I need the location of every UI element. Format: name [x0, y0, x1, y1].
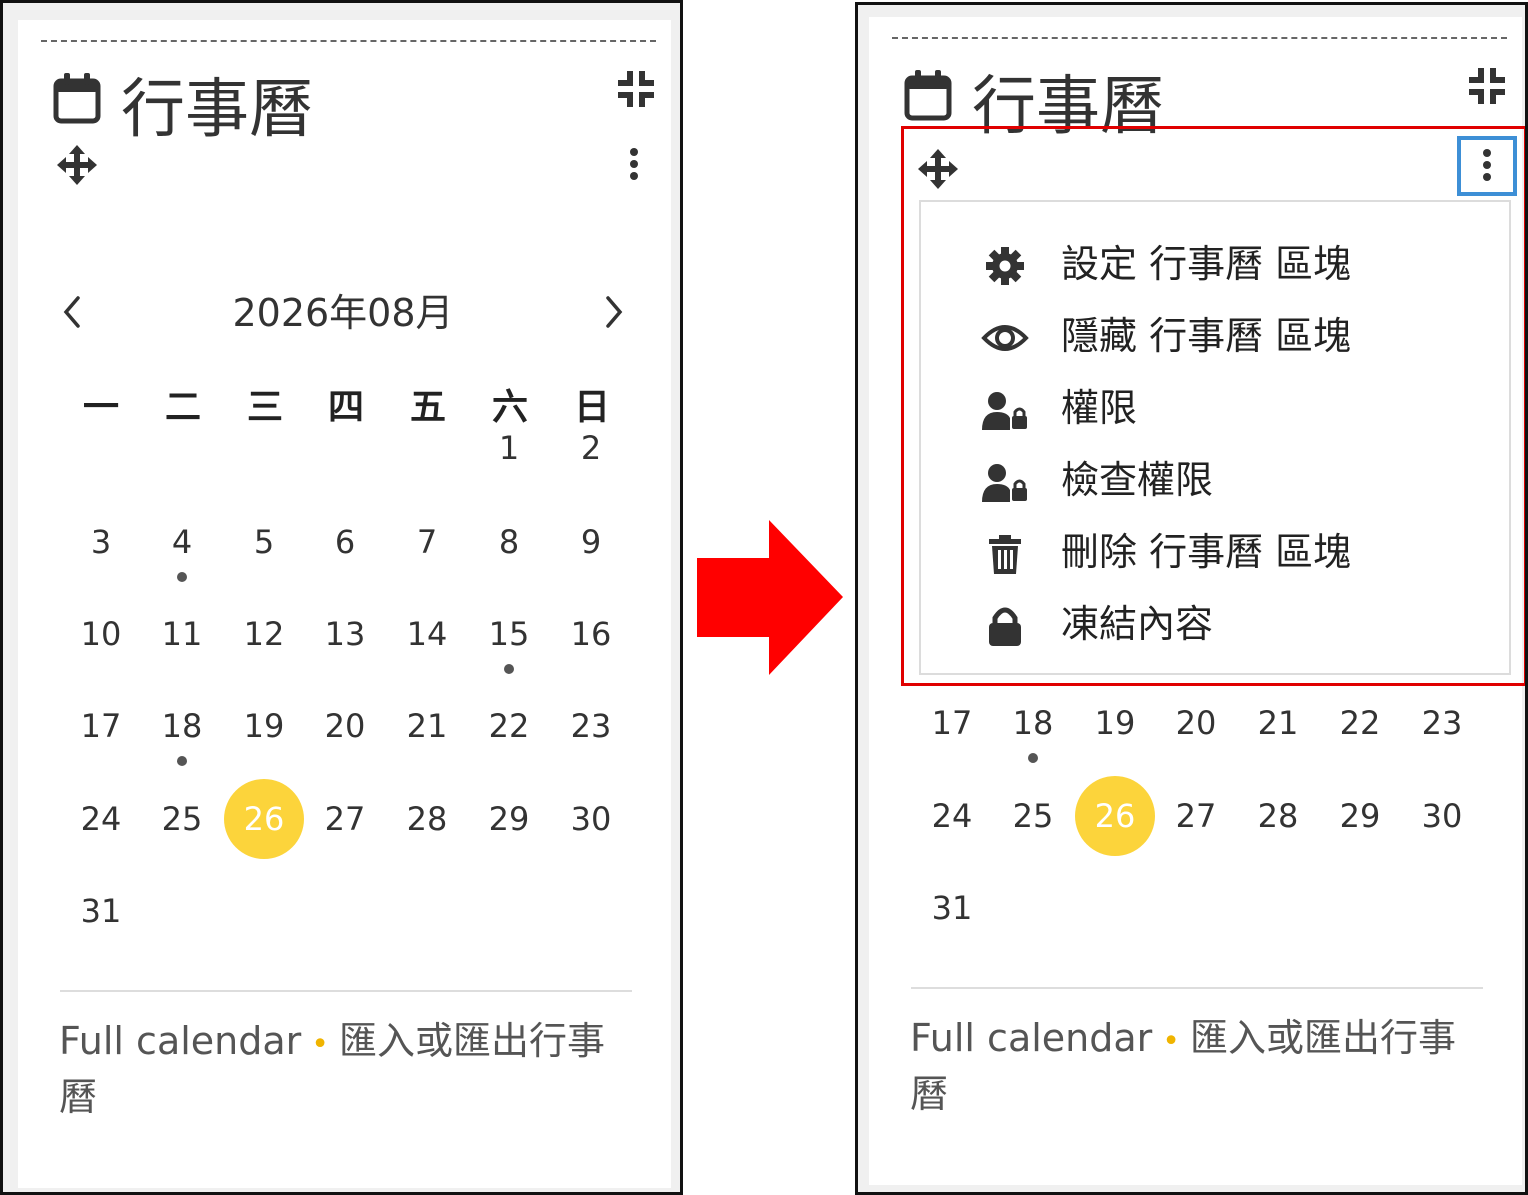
- event-indicator-dot: [1028, 753, 1038, 763]
- calendar-block-before: 行事曆 2026年08月 一 二 三 四 五 六 日 1 2 3 4 5 6 7…: [0, 0, 683, 1195]
- move-icon[interactable]: [55, 143, 99, 187]
- calendar-day[interactable]: 31: [61, 871, 141, 951]
- calendar-day[interactable]: 13: [305, 594, 385, 674]
- calendar-day[interactable]: 7: [387, 502, 467, 582]
- calendar-day[interactable]: 12: [224, 594, 304, 674]
- calendar-block-card: 行事曆 17 18 19 20 21 22 23 24 25 26 27 28 29 30 31 Full …: [869, 17, 1525, 1185]
- compress-icon[interactable]: [1467, 66, 1507, 106]
- footer-divider: [60, 990, 632, 992]
- calendar-day[interactable]: 22: [469, 686, 549, 766]
- calendar-day[interactable]: 29: [1320, 776, 1400, 856]
- calendar-day[interactable]: 19: [224, 686, 304, 766]
- calendar-day[interactable]: 16: [551, 594, 631, 674]
- calendar-day[interactable]: 27: [1156, 776, 1236, 856]
- calendar-day-today[interactable]: 26: [224, 779, 304, 859]
- chevron-right-icon[interactable]: [598, 292, 628, 332]
- calendar-day[interactable]: 28: [387, 779, 467, 859]
- calendar-day[interactable]: 11: [142, 594, 222, 674]
- current-month: 2026年08月: [232, 291, 454, 335]
- right-arrow-icon: [697, 520, 843, 675]
- full-calendar-link[interactable]: Full calendar: [910, 1016, 1152, 1060]
- event-indicator-dot: [177, 756, 187, 766]
- calendar-day[interactable]: 25: [142, 779, 222, 859]
- calendar-day-today[interactable]: 26: [1075, 776, 1155, 856]
- calendar-icon: [904, 70, 952, 121]
- calendar-day[interactable]: 1: [469, 408, 549, 488]
- calendar-day[interactable]: 24: [912, 776, 992, 856]
- calendar-day[interactable]: 31: [912, 868, 992, 948]
- calendar-icon: [53, 73, 101, 124]
- calendar-block-card: 行事曆 2026年08月 一 二 三 四 五 六 日 1 2 3 4 5 6 7…: [18, 20, 671, 1188]
- event-indicator-dot: [504, 664, 514, 674]
- calendar-day[interactable]: 21: [387, 686, 467, 766]
- weekday-label: 五: [409, 387, 446, 428]
- calendar-day[interactable]: 30: [1402, 776, 1482, 856]
- calendar-day[interactable]: 23: [551, 686, 631, 766]
- dashed-divider: [892, 37, 1507, 39]
- menu-highlight-box: [901, 126, 1525, 686]
- footer-divider: [911, 987, 1483, 989]
- month-navigation: 2026年08月: [58, 282, 628, 342]
- calendar-block-after: 行事曆 17 18 19 20 21 22 23 24 25 26 27 28 29 30 31 Full …: [855, 2, 1528, 1195]
- footer-separator: •: [1162, 1024, 1180, 1059]
- calendar-day[interactable]: 15: [469, 594, 549, 674]
- calendar-day[interactable]: 8: [469, 502, 549, 582]
- calendar-day[interactable]: 4: [142, 502, 222, 582]
- compress-icon[interactable]: [616, 69, 656, 109]
- weekday-label: 三: [246, 387, 283, 428]
- calendar-day[interactable]: 23: [1402, 683, 1482, 763]
- calendar-day[interactable]: 24: [61, 779, 141, 859]
- calendar-day[interactable]: 9: [551, 502, 631, 582]
- calendar-day[interactable]: 17: [61, 686, 141, 766]
- weekday-label: 二: [164, 387, 201, 428]
- footer-separator: •: [311, 1027, 329, 1062]
- calendar-day[interactable]: 20: [305, 686, 385, 766]
- calendar-day[interactable]: 21: [1238, 683, 1318, 763]
- block-footer: Full calendar • 匯入或匯出行事曆: [910, 1012, 1490, 1120]
- weekday-label: 一: [82, 387, 119, 428]
- weekday-label: 四: [327, 387, 364, 428]
- event-indicator-dot: [177, 572, 187, 582]
- kebab-icon: [1480, 146, 1494, 185]
- calendar-day[interactable]: 17: [912, 683, 992, 763]
- calendar-day[interactable]: 14: [387, 594, 467, 674]
- block-actions-menu-button[interactable]: [1457, 136, 1517, 196]
- dashed-divider: [41, 40, 656, 42]
- calendar-day[interactable]: 27: [305, 779, 385, 859]
- calendar-day[interactable]: 18: [142, 686, 222, 766]
- full-calendar-link[interactable]: Full calendar: [59, 1019, 301, 1063]
- block-footer: Full calendar • 匯入或匯出行事曆: [59, 1015, 639, 1123]
- calendar-day[interactable]: 10: [61, 594, 141, 674]
- calendar-day[interactable]: 3: [61, 502, 141, 582]
- calendar-day[interactable]: 18: [993, 683, 1073, 763]
- move-icon[interactable]: [916, 147, 960, 191]
- calendar-day[interactable]: 6: [305, 502, 385, 582]
- calendar-day[interactable]: 20: [1156, 683, 1236, 763]
- calendar-day[interactable]: 25: [993, 776, 1073, 856]
- calendar-day[interactable]: 22: [1320, 683, 1400, 763]
- calendar-day[interactable]: 29: [469, 779, 549, 859]
- calendar-day[interactable]: 30: [551, 779, 631, 859]
- calendar-day[interactable]: 5: [224, 502, 304, 582]
- calendar-day[interactable]: 19: [1075, 683, 1155, 763]
- block-actions-menu-icon[interactable]: [627, 145, 641, 185]
- calendar-day[interactable]: 28: [1238, 776, 1318, 856]
- calendar-day[interactable]: 2: [551, 408, 631, 488]
- block-title: 行事曆: [121, 73, 313, 147]
